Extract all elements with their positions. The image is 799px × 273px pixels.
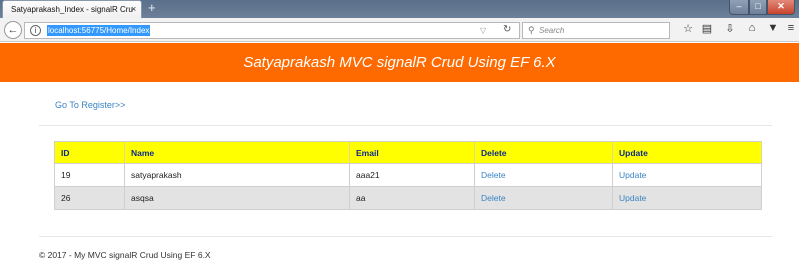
footer-text: © 2017 - My MVC signalR Crud Using EF 6.… — [39, 250, 211, 260]
divider — [39, 236, 772, 237]
search-input[interactable]: ⚲ Search — [522, 22, 670, 39]
column-header-update: Update — [612, 141, 762, 164]
reading-list-icon[interactable]: ▤ — [700, 22, 714, 35]
window-controls: – □ ✕ — [729, 0, 795, 15]
cell-id: 19 — [54, 163, 125, 187]
tab-close-icon[interactable]: × — [131, 4, 136, 14]
users-table: ID Name Email Delete Update 19 satyaprak… — [54, 141, 762, 210]
cell-name: satyaprakash — [124, 163, 350, 187]
update-link[interactable]: Update — [612, 186, 762, 210]
table-row: 26 asqsa aa Delete Update — [54, 186, 762, 210]
cell-email: aaa21 — [349, 163, 475, 187]
minimize-button[interactable]: – — [729, 0, 749, 15]
browser-tab[interactable]: Satyaprakash_Index - signalR Cru × — [2, 0, 142, 18]
address-bar[interactable]: i localhost:56775/Home/Index ▽ ↻ — [24, 22, 520, 39]
search-placeholder: Search — [539, 26, 565, 35]
cell-id: 26 — [54, 186, 125, 210]
bookmark-star-icon[interactable]: ☆ — [681, 22, 695, 35]
cell-name: asqsa — [124, 186, 350, 210]
url-text[interactable]: localhost:56775/Home/Index — [47, 25, 151, 36]
column-header-id: ID — [54, 141, 125, 164]
info-icon[interactable]: i — [30, 25, 41, 36]
back-arrow-icon[interactable]: ← — [4, 21, 22, 39]
pocket-icon[interactable]: ▼ — [766, 22, 780, 34]
download-icon[interactable]: ⇩ — [723, 22, 737, 35]
divider — [39, 125, 772, 126]
home-icon[interactable]: ⌂ — [745, 22, 759, 34]
delete-link[interactable]: Delete — [474, 186, 613, 210]
column-header-name: Name — [124, 141, 350, 164]
browser-toolbar: ← i localhost:56775/Home/Index ▽ ↻ ⚲ Sea… — [0, 18, 799, 42]
close-window-button[interactable]: ✕ — [767, 0, 795, 15]
column-header-email: Email — [349, 141, 475, 164]
delete-link[interactable]: Delete — [474, 163, 613, 187]
search-icon: ⚲ — [528, 25, 535, 35]
reload-icon[interactable]: ↻ — [503, 24, 511, 35]
new-tab-icon[interactable]: + — [148, 1, 156, 15]
dropdown-arrow-icon[interactable]: ▽ — [480, 26, 486, 35]
window-titlebar: Satyaprakash_Index - signalR Cru × + – □… — [0, 0, 799, 18]
maximize-button[interactable]: □ — [749, 0, 767, 15]
table-header-row: ID Name Email Delete Update — [54, 141, 762, 164]
menu-icon[interactable]: ≡ — [784, 22, 798, 34]
update-link[interactable]: Update — [612, 163, 762, 187]
tab-title: Satyaprakash_Index - signalR Cru — [11, 5, 133, 14]
page-header: Satyaprakash MVC signalR Crud Using EF 6… — [0, 43, 799, 82]
table-row: 19 satyaprakash aaa21 Delete Update — [54, 163, 762, 187]
register-link[interactable]: Go To Register>> — [55, 100, 125, 110]
column-header-delete: Delete — [474, 141, 613, 164]
page-title: Satyaprakash MVC signalR Crud Using EF 6… — [243, 54, 556, 71]
cell-email: aa — [349, 186, 475, 210]
